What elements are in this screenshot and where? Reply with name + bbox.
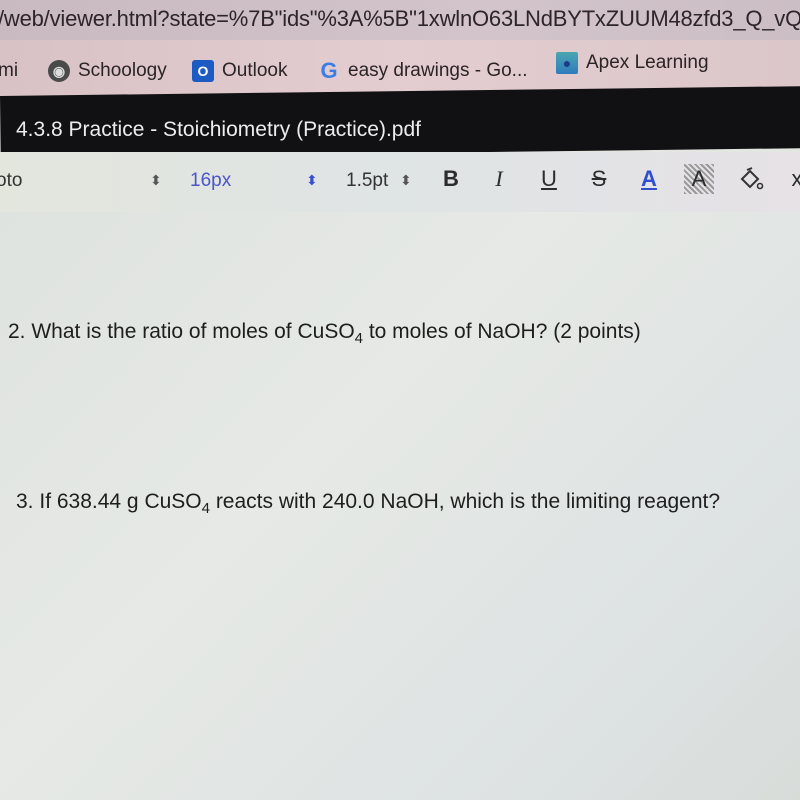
schoology-icon: ◉ (48, 60, 70, 82)
close-button[interactable]: x (782, 164, 800, 194)
question-3: 3. If 638.44 g CuSO4 reacts with 240.0 N… (16, 490, 720, 517)
highlight-icon: A (691, 166, 707, 191)
strikethrough-button[interactable]: S (584, 164, 614, 194)
question-2: 2. What is the ratio of moles of CuSO4 t… (8, 320, 641, 347)
bookmark-label: Apex Learning (586, 52, 709, 73)
address-bar[interactable]: /web/viewer.html?state=%7B"ids"%3A%5B"1x… (0, 0, 800, 40)
bookmark-partial[interactable]: mi (0, 60, 18, 82)
underline-icon: U (541, 166, 557, 191)
close-icon: x (791, 166, 800, 191)
apex-learning-icon: ● (556, 52, 578, 74)
question-text: What is the ratio of moles of CuSO4 to m… (31, 320, 641, 347)
font-size-select[interactable]: 16px (190, 170, 231, 192)
question-text-part: If 638.44 g CuSO (39, 490, 202, 513)
font-family-stepper-icon[interactable]: ⬍ (150, 172, 162, 189)
font-size-stepper-icon[interactable]: ⬍ (306, 172, 318, 189)
bookmark-schoology[interactable]: ◉ Schoology (48, 60, 167, 82)
highlight-button[interactable]: A (684, 164, 714, 194)
text-color-icon: A (641, 166, 657, 191)
strikethrough-icon: S (591, 166, 607, 191)
subscript: 4 (201, 500, 210, 517)
bookmark-outlook[interactable]: O Outlook (192, 60, 287, 82)
pdf-page: 2. What is the ratio of moles of CuSO4 t… (0, 212, 800, 800)
bookmark-label: Outlook (222, 60, 288, 81)
question-text-part: to moles of NaOH? (2 points) (363, 320, 641, 343)
url-text[interactable]: /web/viewer.html?state=%7B"ids"%3A%5B"1x… (0, 6, 800, 32)
line-width-select[interactable]: 1.5pt (346, 170, 388, 192)
italic-icon: I (495, 166, 503, 191)
text-color-button[interactable]: A (634, 164, 664, 194)
google-icon: G (320, 58, 338, 83)
question-number: 2. (8, 320, 26, 343)
font-family-select[interactable]: oto (0, 170, 22, 192)
bookmark-label: Schoology (78, 60, 167, 81)
question-number: 3. (16, 490, 34, 513)
bookmark-apex-learning[interactable]: ● Apex Learning (556, 52, 709, 74)
subscript: 4 (354, 330, 363, 347)
document-title: 4.3.8 Practice - Stoichiometry (Practice… (16, 118, 421, 141)
bookmark-easy-drawings[interactable]: G easy drawings - Go... (318, 58, 528, 83)
bookmark-label: easy drawings - Go... (348, 60, 528, 81)
question-text: If 638.44 g CuSO4 reacts with 240.0 NaOH… (39, 490, 721, 517)
paint-bucket-icon (740, 167, 764, 190)
line-width-stepper-icon[interactable]: ⬍ (400, 172, 412, 189)
bold-icon: B (443, 166, 459, 191)
outlook-icon: O (192, 60, 214, 82)
bookmark-label: mi (0, 60, 19, 81)
italic-button[interactable]: I (484, 164, 514, 194)
question-text-part: reacts with 240.0 NaOH, which is the lim… (209, 490, 721, 513)
question-text-part: What is the ratio of moles of CuSO (31, 320, 355, 343)
bold-button[interactable]: B (436, 164, 466, 194)
underline-button[interactable]: U (534, 164, 564, 194)
annotation-toolbar: oto ⬍ 16px ⬍ 1.5pt ⬍ B I U S A A x (0, 152, 800, 213)
fill-button[interactable] (736, 164, 766, 194)
